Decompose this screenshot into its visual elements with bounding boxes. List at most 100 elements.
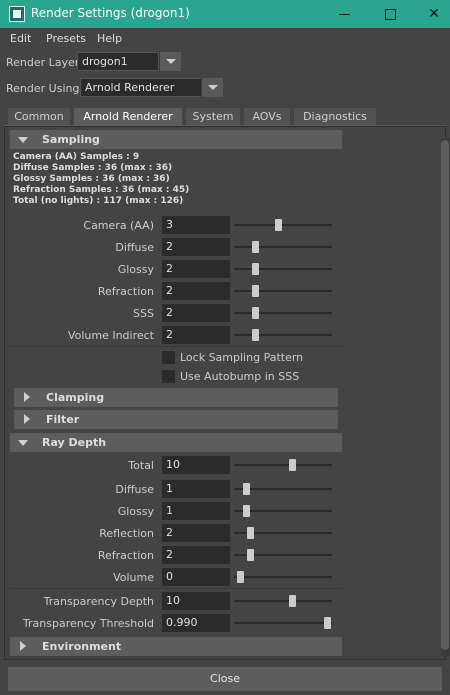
- ray-depth-row-field[interactable]: 1: [162, 502, 230, 520]
- ray-depth-row-label: Refraction: [97, 549, 154, 562]
- collapsed-triangle-icon: [20, 641, 26, 651]
- render-using-dropdown-arrow[interactable]: [201, 78, 223, 97]
- sampling-row-slider-handle[interactable]: [275, 219, 282, 231]
- sampling-row-label: Refraction: [97, 285, 154, 298]
- ray-depth-row-slider-handle[interactable]: [289, 595, 296, 607]
- info-line: Diffuse Samples : 36 (max : 36): [13, 163, 173, 173]
- menu-bar: Edit Presets Help: [0, 28, 450, 50]
- sampling-row-field[interactable]: 2: [162, 260, 230, 278]
- sampling-row-field[interactable]: 2: [162, 326, 230, 344]
- window-title: Render Settings (drogon1): [31, 6, 190, 20]
- sampling-row-slider[interactable]: [234, 246, 332, 248]
- clamping-section-header[interactable]: Clamping: [14, 388, 338, 407]
- environment-section-header[interactable]: Environment: [10, 637, 342, 656]
- ray-depth-row-field[interactable]: 1: [162, 480, 230, 498]
- render-layer-dropdown[interactable]: drogon1: [77, 52, 159, 71]
- ray-depth-row-label: Transparency Threshold: [22, 617, 154, 630]
- sampling-section-header[interactable]: Sampling: [10, 130, 342, 149]
- divider: [10, 346, 342, 347]
- close-button[interactable]: Close: [8, 667, 442, 691]
- use-autobump-label: Use Autobump in SSS: [180, 370, 300, 383]
- sampling-info: Camera (AA) Samples : 9 Diffuse Samples …: [13, 152, 189, 207]
- ray-depth-row-slider[interactable]: [234, 576, 332, 578]
- ray-depth-row-field[interactable]: 2: [162, 546, 230, 564]
- scrollbar-thumb[interactable]: [441, 140, 449, 650]
- sampling-row-slider[interactable]: [234, 224, 332, 226]
- ray-depth-row-slider[interactable]: [234, 622, 332, 624]
- ray-depth-row-slider-handle[interactable]: [289, 459, 296, 471]
- ray-depth-row-field[interactable]: 2: [162, 524, 230, 542]
- ray-depth-row-field[interactable]: 0: [162, 568, 230, 586]
- sampling-row-slider[interactable]: [234, 334, 332, 336]
- ray-depth-row-label: Total: [128, 459, 154, 472]
- ray-depth-row-field[interactable]: 10: [162, 592, 230, 610]
- ray-depth-row-slider-handle[interactable]: [243, 483, 250, 495]
- info-line: Glossy Samples : 36 (max : 36): [13, 174, 170, 184]
- info-line: Camera (AA) Samples : 9: [13, 152, 140, 162]
- ray-depth-row-slider-handle[interactable]: [243, 505, 250, 517]
- ray-depth-row-field[interactable]: 0.990: [162, 614, 230, 632]
- ray-depth-row-label: Volume: [113, 571, 154, 584]
- lock-sampling-pattern-checkbox[interactable]: [162, 351, 175, 364]
- title-bar: Render Settings (drogon1) ✕: [0, 0, 450, 28]
- sampling-row-slider-handle[interactable]: [252, 285, 259, 297]
- render-layer-label: Render Layer: [6, 56, 80, 69]
- info-line: Total (no lights) : 117 (max : 126): [13, 196, 184, 206]
- collapsed-triangle-icon: [24, 392, 30, 402]
- sampling-row-label: Camera (AA): [83, 219, 154, 232]
- sampling-row-slider-handle[interactable]: [252, 263, 259, 275]
- filter-section-header[interactable]: Filter: [14, 410, 338, 429]
- maximize-icon: [384, 8, 396, 20]
- ray-depth-row-slider-handle[interactable]: [324, 617, 331, 629]
- tab-arnold-renderer[interactable]: Arnold Renderer: [74, 108, 182, 126]
- sampling-row-field[interactable]: 2: [162, 304, 230, 322]
- ray-depth-row-slider[interactable]: [234, 600, 332, 602]
- ray-depth-row-label: Diffuse: [115, 483, 154, 496]
- menu-presets[interactable]: Presets: [46, 32, 86, 45]
- tab-common[interactable]: Common: [8, 108, 70, 126]
- menu-edit[interactable]: Edit: [10, 32, 31, 45]
- maximize-button[interactable]: [370, 0, 410, 28]
- ray-depth-row-label: Reflection: [99, 527, 154, 540]
- ray-depth-row-slider-handle[interactable]: [247, 549, 254, 561]
- close-icon: ✕: [428, 6, 440, 22]
- sampling-row-slider-handle[interactable]: [252, 329, 259, 341]
- ray-depth-row-label: Glossy: [117, 505, 154, 518]
- close-window-button[interactable]: ✕: [414, 0, 450, 28]
- sampling-row-field[interactable]: 2: [162, 282, 230, 300]
- minimize-button[interactable]: [324, 0, 364, 28]
- sampling-row-slider[interactable]: [234, 312, 332, 314]
- divider: [10, 588, 342, 589]
- tab-diagnostics[interactable]: Diagnostics: [294, 108, 376, 126]
- collapsed-triangle-icon: [24, 414, 30, 424]
- ray-depth-row-slider-handle[interactable]: [237, 571, 244, 583]
- lock-sampling-pattern-label: Lock Sampling Pattern: [180, 351, 304, 364]
- sampling-row-slider-handle[interactable]: [252, 241, 259, 253]
- sampling-row-field[interactable]: 2: [162, 238, 230, 256]
- sampling-row-label: Diffuse: [115, 241, 154, 254]
- sampling-row-slider[interactable]: [234, 290, 332, 292]
- ray-depth-row-label: Transparency Depth: [43, 595, 154, 608]
- ray-depth-row-slider-handle[interactable]: [247, 527, 254, 539]
- expand-triangle-icon: [18, 440, 28, 446]
- sampling-row-label: Glossy: [117, 263, 154, 276]
- ray-depth-section-header[interactable]: Ray Depth: [10, 433, 342, 452]
- info-line: Refraction Samples : 36 (max : 45): [13, 185, 190, 195]
- menu-help[interactable]: Help: [97, 32, 122, 45]
- sampling-row-field[interactable]: 3: [162, 216, 230, 234]
- use-autobump-checkbox[interactable]: [162, 370, 175, 383]
- tab-system[interactable]: System: [186, 108, 240, 126]
- sampling-row-slider-handle[interactable]: [252, 307, 259, 319]
- render-layer-dropdown-arrow[interactable]: [159, 52, 181, 71]
- render-using-dropdown[interactable]: Arnold Renderer: [80, 78, 202, 97]
- ray-depth-row-slider[interactable]: [234, 464, 332, 466]
- minimize-icon: [338, 13, 350, 15]
- sampling-row-label: SSS: [133, 307, 154, 320]
- expand-triangle-icon: [18, 137, 28, 143]
- ray-depth-row-field[interactable]: 10: [162, 456, 230, 474]
- sampling-row-label: Volume Indirect: [67, 329, 154, 342]
- tab-aovs[interactable]: AOVs: [244, 108, 290, 126]
- render-using-label: Render Using: [6, 82, 80, 95]
- sampling-row-slider[interactable]: [234, 268, 332, 270]
- maya-app-icon: [9, 6, 25, 22]
